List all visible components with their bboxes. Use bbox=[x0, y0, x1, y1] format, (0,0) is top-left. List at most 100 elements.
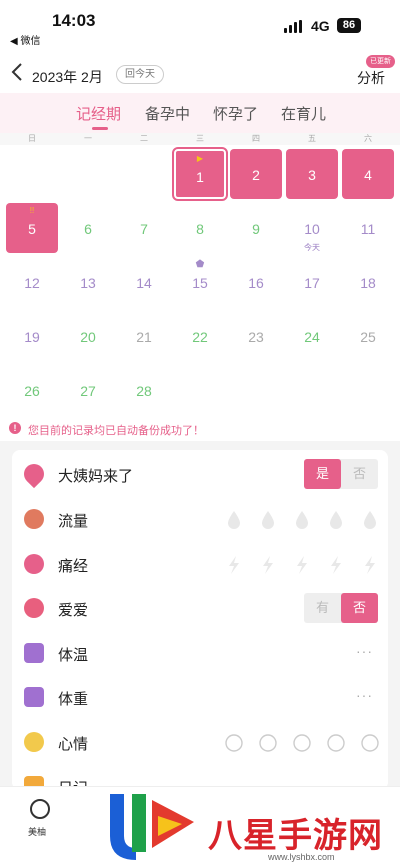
love-yes-button[interactable]: 有 bbox=[304, 593, 341, 623]
back-to-today-button[interactable]: 回今天 bbox=[116, 65, 164, 84]
lightning-icon bbox=[24, 554, 44, 574]
record-label: 心情 bbox=[58, 736, 89, 753]
love-yes-no-toggle: 有 否 bbox=[304, 593, 378, 623]
calendar-day[interactable]: 18 bbox=[342, 257, 394, 307]
day-number: 28 bbox=[136, 383, 152, 399]
meiyou-tab-icon[interactable] bbox=[30, 799, 50, 819]
weekday-label: 二 bbox=[140, 134, 148, 143]
calendar-day[interactable]: 14 bbox=[118, 257, 170, 307]
backup-notice-text: 您目前的记录均已自动备份成功了！ bbox=[28, 425, 204, 437]
record-label: 大姨妈来了 bbox=[58, 468, 134, 485]
calendar-day[interactable]: 24 bbox=[286, 311, 338, 361]
day-number: 18 bbox=[360, 275, 376, 291]
record-label: 流量 bbox=[58, 513, 89, 530]
calendar-day[interactable]: 12 bbox=[6, 257, 58, 307]
record-label: 体重 bbox=[58, 691, 89, 708]
day-number: 27 bbox=[80, 383, 96, 399]
day-number: 22 bbox=[192, 329, 208, 345]
weekday-label: 六 bbox=[364, 134, 372, 143]
weekday-label: 五 bbox=[308, 134, 316, 143]
calendar-day[interactable]: 27 bbox=[62, 365, 114, 415]
current-month[interactable]: 2023年 2月 bbox=[32, 67, 103, 87]
record-label: 爱爱 bbox=[58, 602, 89, 619]
weekday-label: 四 bbox=[252, 134, 260, 143]
day-number: 4 bbox=[364, 167, 372, 183]
period-no-button[interactable]: 否 bbox=[341, 459, 378, 489]
record-row-flow: 流量 bbox=[12, 497, 388, 541]
calendar-day[interactable]: 13 bbox=[62, 257, 114, 307]
today-label: 今天 bbox=[304, 243, 320, 252]
calendar-day[interactable]: 22 bbox=[174, 311, 226, 361]
calendar-day[interactable]: 16 bbox=[230, 257, 282, 307]
day-number: 11 bbox=[360, 221, 376, 237]
calendar-day-ovulation[interactable]: ⬟ 15 bbox=[174, 257, 226, 307]
tab-period[interactable]: 记经期 bbox=[76, 103, 121, 124]
period-yes-button[interactable]: 是 bbox=[304, 459, 341, 489]
calendar-day[interactable]: 9 bbox=[230, 203, 282, 253]
calendar-day[interactable]: 20 bbox=[62, 311, 114, 361]
calendar-day[interactable]: 4 bbox=[342, 149, 394, 199]
weekday-label: 日 bbox=[28, 134, 36, 143]
record-row-temperature: 体温 ··· bbox=[12, 631, 388, 675]
signal-icon bbox=[284, 20, 304, 33]
calendar-day[interactable]: 21 bbox=[118, 311, 170, 361]
calendar-day[interactable]: 28 bbox=[118, 365, 170, 415]
flow-level-selector[interactable] bbox=[224, 509, 384, 531]
day-number: 5 bbox=[28, 221, 36, 237]
calendar-day[interactable]: 23 bbox=[230, 311, 282, 361]
record-row-weight: 体重 ··· bbox=[12, 675, 388, 719]
calendar-day[interactable]: 19 bbox=[6, 311, 58, 361]
day-number: 9 bbox=[252, 221, 260, 237]
calendar-day[interactable]: 17 bbox=[286, 257, 338, 307]
tab-trying-to-conceive[interactable]: 备孕中 bbox=[145, 103, 190, 124]
back-to-app-link[interactable]: ◀ 微信 bbox=[10, 32, 40, 47]
diary-icon bbox=[24, 776, 44, 786]
calendar-day[interactable]: 8 bbox=[174, 203, 226, 253]
day-number: 2 bbox=[252, 167, 260, 183]
heart-icon bbox=[24, 598, 44, 618]
day-number: 6 bbox=[84, 221, 92, 237]
watermark-url: www.lyshbx.com bbox=[268, 852, 335, 862]
smiley-icon bbox=[24, 732, 44, 752]
calendar-day[interactable]: ▶ 1 bbox=[172, 147, 228, 201]
day-number: 1 bbox=[196, 169, 204, 185]
calendar-day[interactable]: 7 bbox=[118, 203, 170, 253]
day-number: 8 bbox=[196, 221, 204, 237]
battery-icon: 86 bbox=[337, 18, 361, 33]
day-number: 26 bbox=[24, 383, 40, 399]
calendar-day[interactable]: 11 bbox=[342, 203, 394, 253]
record-label: 痛经 bbox=[58, 558, 89, 575]
calendar-day[interactable]: !! 5 bbox=[6, 203, 58, 253]
tab-parenting[interactable]: 在育儿 bbox=[281, 103, 326, 124]
calendar-day[interactable]: 25 bbox=[342, 311, 394, 361]
period-yes-no-toggle: 是 否 bbox=[304, 459, 378, 489]
weekday-header: 日 一 二 三 四 五 六 bbox=[0, 133, 400, 145]
record-row-diary: 日记 bbox=[12, 764, 388, 786]
day-number: 12 bbox=[24, 275, 40, 291]
flow-bag-icon bbox=[24, 509, 44, 529]
mode-tabs: 记经期 备孕中 怀孕了 在育儿 bbox=[0, 93, 400, 133]
record-row-pain: 痛经 bbox=[12, 542, 388, 586]
calendar-day-today[interactable]: 10 今天 bbox=[286, 203, 338, 253]
calendar-day[interactable]: 6 bbox=[62, 203, 114, 253]
scale-icon bbox=[24, 687, 44, 707]
calendar-day[interactable]: 2 bbox=[230, 149, 282, 199]
tab-pregnant[interactable]: 怀孕了 bbox=[213, 103, 258, 124]
back-arrow-icon[interactable] bbox=[8, 61, 26, 83]
calendar-day[interactable]: 3 bbox=[286, 149, 338, 199]
day-number: 14 bbox=[136, 275, 152, 291]
calendar-day[interactable]: 26 bbox=[6, 365, 58, 415]
analysis-button[interactable]: 分析 bbox=[357, 68, 385, 88]
temperature-more-button[interactable]: ··· bbox=[356, 643, 373, 659]
top-nav-bar: 2023年 2月 回今天 已更新 分析 bbox=[0, 55, 400, 93]
love-no-button[interactable]: 否 bbox=[341, 593, 378, 623]
weight-more-button[interactable]: ··· bbox=[356, 687, 373, 703]
calendar-grid: ▶ 1 2 3 4 !! 5 6 7 8 9 10 今天 11 12 13 14 ⬟ 1… bbox=[0, 147, 400, 411]
day-number: 15 bbox=[192, 275, 208, 291]
pain-level-selector[interactable] bbox=[224, 554, 384, 576]
tab-label-meiyou[interactable]: 美柚 bbox=[28, 825, 46, 838]
day-number: 20 bbox=[80, 329, 96, 345]
record-row-mood: 心情 bbox=[12, 720, 388, 764]
watermark-text: 八星手游网 bbox=[208, 817, 383, 855]
mood-selector[interactable] bbox=[224, 732, 384, 754]
